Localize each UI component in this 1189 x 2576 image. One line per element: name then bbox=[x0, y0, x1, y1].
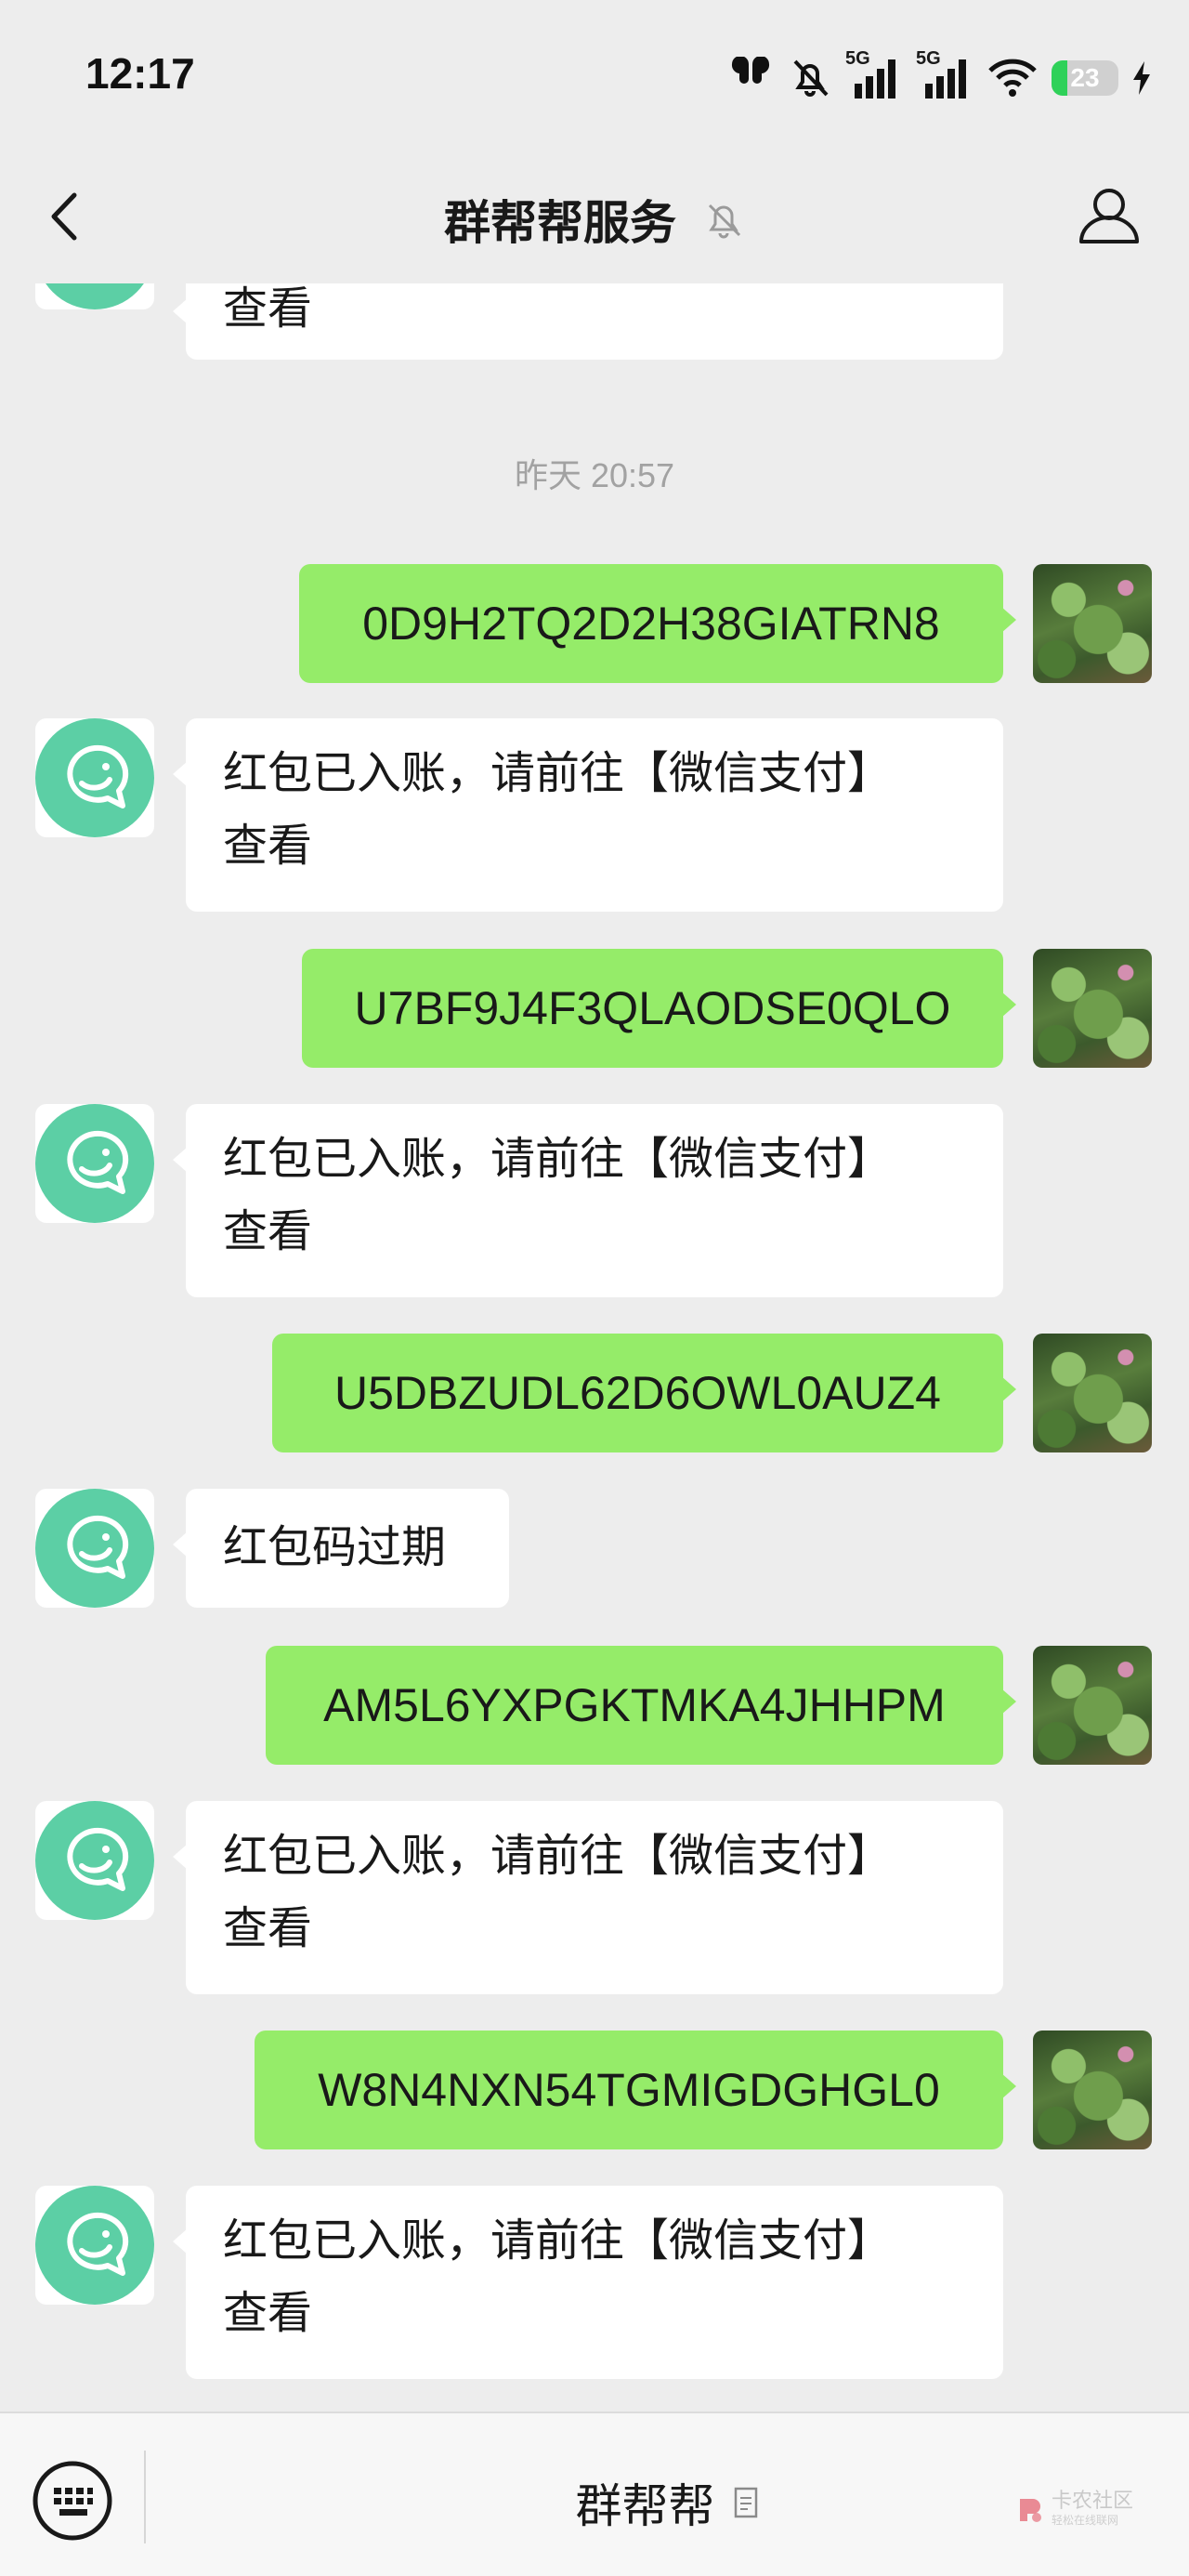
bot-avatar[interactable] bbox=[35, 1801, 154, 1920]
chat-bubble-smile-icon bbox=[35, 2186, 154, 2305]
chat-bubble-smile-icon bbox=[46, 283, 144, 309]
battery-indicator: 23 bbox=[1052, 60, 1118, 96]
menu-label: 群帮帮 bbox=[575, 2479, 715, 2533]
bot-message[interactable]: 红包已入账，请前往【微信支付】 查看 bbox=[173, 718, 1003, 912]
my-avatar[interactable] bbox=[1033, 1646, 1152, 1765]
bot-message[interactable]: 红包已入账，请前往【微信支付】 查看 bbox=[173, 2186, 1003, 2379]
chat-bubble-smile-icon bbox=[35, 1801, 154, 1920]
profile-icon bbox=[1079, 189, 1139, 243]
menu-doc-icon bbox=[734, 2487, 757, 2518]
message-list[interactable]: 查看 昨天 20:57 0D9H2TQ2D2H38GIATRN8 红包已入账，请… bbox=[0, 283, 1189, 2412]
my-avatar[interactable] bbox=[1033, 949, 1152, 1068]
battery-level: 23 bbox=[1070, 63, 1100, 92]
bot-avatar[interactable] bbox=[35, 2186, 154, 2305]
message-timestamp: 昨天 20:57 bbox=[514, 456, 675, 494]
chat-title-area: 群帮帮服务 bbox=[0, 186, 1189, 253]
message-text-line2: 查看 bbox=[223, 1205, 313, 1257]
keyboard-icon bbox=[33, 2461, 112, 2541]
watermark-logo-icon bbox=[1019, 2498, 1041, 2522]
bot-message[interactable]: 红包已入账，请前往【微信支付】 查看 bbox=[173, 1104, 1003, 1297]
status-time: 12:17 bbox=[85, 49, 195, 98]
my-message[interactable]: W8N4NXN54TGMIGDGHGL0 bbox=[255, 2031, 1016, 2149]
bot-message[interactable]: 红包码过期 bbox=[173, 1489, 509, 1608]
bot-avatar[interactable] bbox=[35, 1104, 154, 1223]
chat-bubble-smile-icon bbox=[35, 718, 154, 837]
message-text: U5DBZUDL62D6OWL0AUZ4 bbox=[334, 1367, 941, 1419]
bot-message[interactable]: 查看 bbox=[173, 283, 1003, 360]
network-label-1: 5G bbox=[845, 48, 870, 69]
my-message[interactable]: AM5L6YXPGKTMKA4JHHPM bbox=[266, 1646, 1016, 1765]
network-label-2: 5G bbox=[916, 48, 941, 69]
chat-info-button[interactable] bbox=[1074, 180, 1144, 251]
charging-icon bbox=[1133, 61, 1150, 95]
bot-message[interactable]: 红包已入账，请前往【微信支付】 查看 bbox=[173, 1801, 1003, 1994]
bell-muted-icon bbox=[793, 59, 829, 97]
chat-bubble-smile-icon bbox=[35, 1489, 154, 1608]
message-text-line1: 红包已入账，请前往【微信支付】 bbox=[223, 1830, 893, 1882]
keyboard-toggle-button[interactable] bbox=[32, 2460, 113, 2542]
message-text-line2: 查看 bbox=[223, 2287, 313, 2339]
chat-title: 群帮帮服务 bbox=[444, 196, 676, 250]
my-avatar[interactable] bbox=[1033, 1334, 1152, 1452]
message-text: AM5L6YXPGKTMKA4JHHPM bbox=[323, 1679, 946, 1731]
bot-avatar[interactable] bbox=[35, 718, 154, 837]
mute-icon bbox=[708, 204, 741, 239]
watermark: 卡农社区 轻松在线联网 bbox=[1014, 2490, 1133, 2528]
message-text: 0D9H2TQ2D2H38GIATRN8 bbox=[362, 598, 940, 650]
message-text-line2: 查看 bbox=[223, 820, 313, 872]
wifi-icon bbox=[988, 59, 1037, 97]
chat-header: 群帮帮服务 bbox=[0, 149, 1189, 283]
status-bar: 12:17 5G 5G 23 bbox=[0, 0, 1189, 149]
status-icons: 5G 5G 23 bbox=[726, 48, 1152, 106]
bot-avatar[interactable] bbox=[35, 1489, 154, 1608]
watermark-main: 卡农社区 bbox=[1051, 2489, 1133, 2512]
chat-bubble-smile-icon bbox=[35, 1104, 154, 1223]
my-message[interactable]: U7BF9J4F3QLAODSE0QLO bbox=[302, 949, 1016, 1068]
watermark-sub: 轻松在线联网 bbox=[1051, 2514, 1118, 2527]
message-text: U7BF9J4F3QLAODSE0QLO bbox=[354, 982, 951, 1034]
message-text: W8N4NXN54TGMIGDGHGL0 bbox=[318, 2064, 940, 2116]
my-message[interactable]: U5DBZUDL62D6OWL0AUZ4 bbox=[272, 1334, 1016, 1452]
bottom-menu-bar: 群帮帮 卡农社区 轻松在线联网 bbox=[0, 2412, 1189, 2576]
my-avatar[interactable] bbox=[1033, 564, 1152, 683]
message-text-line1: 红包已入账，请前往【微信支付】 bbox=[223, 1133, 893, 1185]
message-text: 红包码过期 bbox=[223, 1521, 447, 1573]
message-text: 查看 bbox=[223, 283, 313, 335]
earbuds-icon bbox=[731, 57, 770, 84]
message-text-line1: 红包已入账，请前往【微信支付】 bbox=[223, 747, 893, 799]
bot-avatar[interactable] bbox=[35, 283, 154, 309]
my-avatar[interactable] bbox=[1033, 2031, 1152, 2149]
my-message[interactable]: 0D9H2TQ2D2H38GIATRN8 bbox=[299, 564, 1016, 683]
signal-1: 5G bbox=[845, 48, 903, 100]
message-text-line1: 红包已入账，请前往【微信支付】 bbox=[223, 2215, 893, 2267]
message-text-line2: 查看 bbox=[223, 1902, 313, 1954]
signal-2: 5G bbox=[916, 48, 973, 100]
